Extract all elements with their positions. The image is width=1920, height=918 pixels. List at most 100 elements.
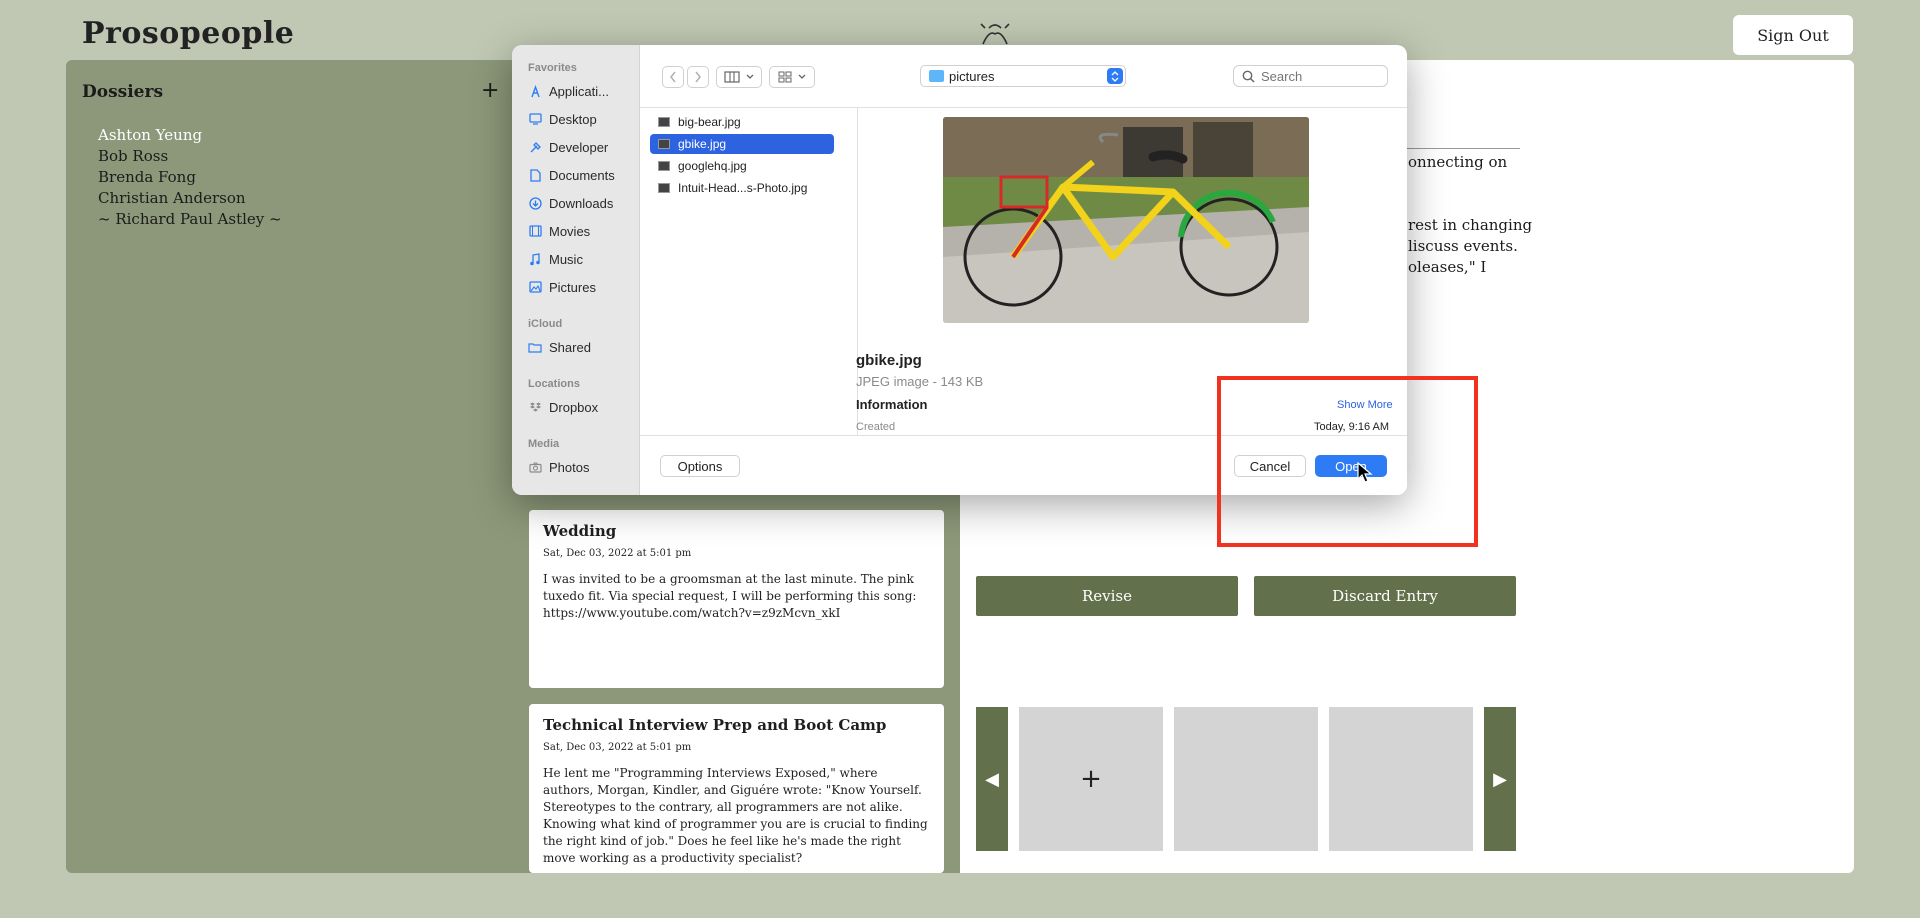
entry-date: Sat, Dec 03, 2022 at 5:01 pm xyxy=(543,548,692,559)
photo-slot[interactable] xyxy=(1329,707,1473,851)
sidebar-section-favorites: Favorites xyxy=(528,62,577,74)
music-icon xyxy=(528,252,542,266)
sidebar-item-downloads[interactable]: Downloads xyxy=(528,192,638,214)
search-field[interactable] xyxy=(1233,65,1388,87)
app-logo: Prosopeople xyxy=(82,16,295,51)
image-preview xyxy=(943,117,1309,323)
detail-text-fragment: rest in changing xyxy=(1408,216,1533,234)
file-open-dialog: Favorites Applicati... Desktop Developer… xyxy=(512,45,1407,495)
entry-title: Wedding xyxy=(543,522,617,540)
dossier-list: Ashton Yeung Bob Ross Brenda Fong Christ… xyxy=(98,125,282,230)
logo-mark-icon xyxy=(980,23,1010,45)
options-button[interactable]: Options xyxy=(660,455,740,477)
sidebar-item-label: Music xyxy=(549,251,583,267)
file-item[interactable]: big-bear.jpg xyxy=(650,112,834,132)
downloads-icon xyxy=(528,196,542,210)
dossier-item[interactable]: Brenda Fong xyxy=(98,167,282,188)
sidebar-item-photos[interactable]: Photos xyxy=(528,456,638,478)
sidebar-item-desktop[interactable]: Desktop xyxy=(528,108,638,130)
entry-body: I was invited to be a groomsman at the l… xyxy=(543,572,917,620)
file-name: Intuit-Head...s-Photo.jpg xyxy=(678,181,808,195)
sidebar-item-dropbox[interactable]: Dropbox xyxy=(528,396,638,418)
image-file-icon xyxy=(658,139,670,149)
sidebar-item-pictures[interactable]: Pictures xyxy=(528,276,638,298)
image-file-icon xyxy=(658,117,670,127)
dropbox-icon xyxy=(528,400,542,414)
developer-icon xyxy=(528,140,542,154)
discard-entry-button[interactable]: Discard Entry xyxy=(1254,576,1516,616)
photo-slot[interactable] xyxy=(1174,707,1318,851)
shared-folder-icon xyxy=(528,340,542,354)
sidebar-section-icloud: iCloud xyxy=(528,318,563,330)
dossier-item[interactable]: Christian Anderson xyxy=(98,188,282,209)
sidebar-item-music[interactable]: Music xyxy=(528,248,638,270)
search-icon xyxy=(1242,70,1255,83)
sidebar-item-developer[interactable]: Developer xyxy=(528,136,638,158)
show-more-link[interactable]: Show More xyxy=(1337,399,1393,411)
sidebar-item-label: Dropbox xyxy=(549,399,599,415)
carousel-next-button[interactable]: ▶ xyxy=(1484,707,1516,851)
entry-card[interactable]: Wedding Sat, Dec 03, 2022 at 5:01 pm I w… xyxy=(529,510,944,688)
carousel-prev-button[interactable]: ◀ xyxy=(976,707,1008,851)
sidebar-section-media: Media xyxy=(528,438,560,450)
open-button[interactable]: Open xyxy=(1315,455,1387,477)
footer-divider xyxy=(640,435,1407,436)
sidebar-item-shared[interactable]: Shared xyxy=(528,336,638,358)
entry-body: He lent me "Programming Interviews Expos… xyxy=(543,766,928,865)
sidebar-item-applications[interactable]: Applicati... xyxy=(528,80,638,102)
file-list-column: big-bear.jpg gbike.jpg googlehq.jpg Intu… xyxy=(640,108,858,435)
created-value: Today, 9:16 AM xyxy=(1314,421,1390,433)
applications-icon xyxy=(528,84,542,98)
file-name: big-bear.jpg xyxy=(678,115,741,129)
sign-out-button[interactable]: Sign Out xyxy=(1733,15,1853,55)
sidebar-item-label: Photos xyxy=(549,459,590,475)
sidebar-item-documents[interactable]: Documents xyxy=(528,164,638,186)
dossier-item[interactable]: Bob Ross xyxy=(98,146,282,167)
chevron-down-icon xyxy=(798,74,806,79)
created-label: Created xyxy=(856,421,896,433)
entry-card[interactable]: Technical Interview Prep and Boot Camp S… xyxy=(529,704,944,873)
chevron-right-icon xyxy=(695,71,701,83)
view-grid-button[interactable] xyxy=(769,66,815,88)
entry-date: Sat, Dec 03, 2022 at 5:01 pm xyxy=(543,742,692,753)
image-file-icon xyxy=(658,183,670,193)
sidebar-item-movies[interactable]: Movies xyxy=(528,220,638,242)
dossier-item[interactable]: Ashton Yeung xyxy=(98,125,282,146)
add-photo-button[interactable]: + xyxy=(1019,707,1163,851)
chevron-down-icon xyxy=(746,74,754,79)
dialog-sidebar: Favorites Applicati... Desktop Developer… xyxy=(512,45,640,495)
sidebar-item-label: Downloads xyxy=(549,195,614,211)
detail-text-fragment: liscuss events. xyxy=(1408,237,1518,255)
file-item[interactable]: Intuit-Head...s-Photo.jpg xyxy=(650,178,834,198)
columns-view-icon xyxy=(724,71,740,83)
sidebar-item-label: Developer xyxy=(549,139,609,155)
file-item-selected[interactable]: gbike.jpg xyxy=(650,134,834,154)
mouse-cursor-icon xyxy=(1357,462,1373,483)
file-item[interactable]: googlehq.jpg xyxy=(650,156,834,176)
forward-button[interactable] xyxy=(687,66,709,88)
file-name: gbike.jpg xyxy=(678,137,727,151)
documents-icon xyxy=(528,168,542,182)
preview-file-type: JPEG image - 143 KB xyxy=(856,374,984,389)
location-dropdown[interactable]: pictures xyxy=(920,65,1126,87)
file-name: googlehq.jpg xyxy=(678,159,747,173)
information-heading: Information xyxy=(856,397,928,412)
cancel-button[interactable]: Cancel xyxy=(1234,455,1306,477)
image-file-icon xyxy=(658,161,670,171)
dossiers-panel: Dossiers + Ashton Yeung Bob Ross Brenda … xyxy=(66,60,514,873)
sidebar-item-label: Desktop xyxy=(549,111,597,127)
dossier-item[interactable]: ~ Richard Paul Astley ~ xyxy=(98,209,282,230)
pictures-icon xyxy=(528,280,542,294)
search-input[interactable] xyxy=(1261,68,1381,84)
sidebar-section-locations: Locations xyxy=(528,378,580,390)
view-columns-button[interactable] xyxy=(716,66,762,88)
preview-file-name: gbike.jpg xyxy=(856,352,922,369)
dossiers-title: Dossiers xyxy=(82,82,164,102)
back-button[interactable] xyxy=(662,66,684,88)
grid-view-icon xyxy=(778,71,792,83)
entry-title: Technical Interview Prep and Boot Camp xyxy=(543,716,887,734)
sidebar-item-label: Pictures xyxy=(549,279,596,295)
folder-icon xyxy=(929,70,944,82)
add-dossier-button[interactable]: + xyxy=(481,78,499,103)
revise-button[interactable]: Revise xyxy=(976,576,1238,616)
